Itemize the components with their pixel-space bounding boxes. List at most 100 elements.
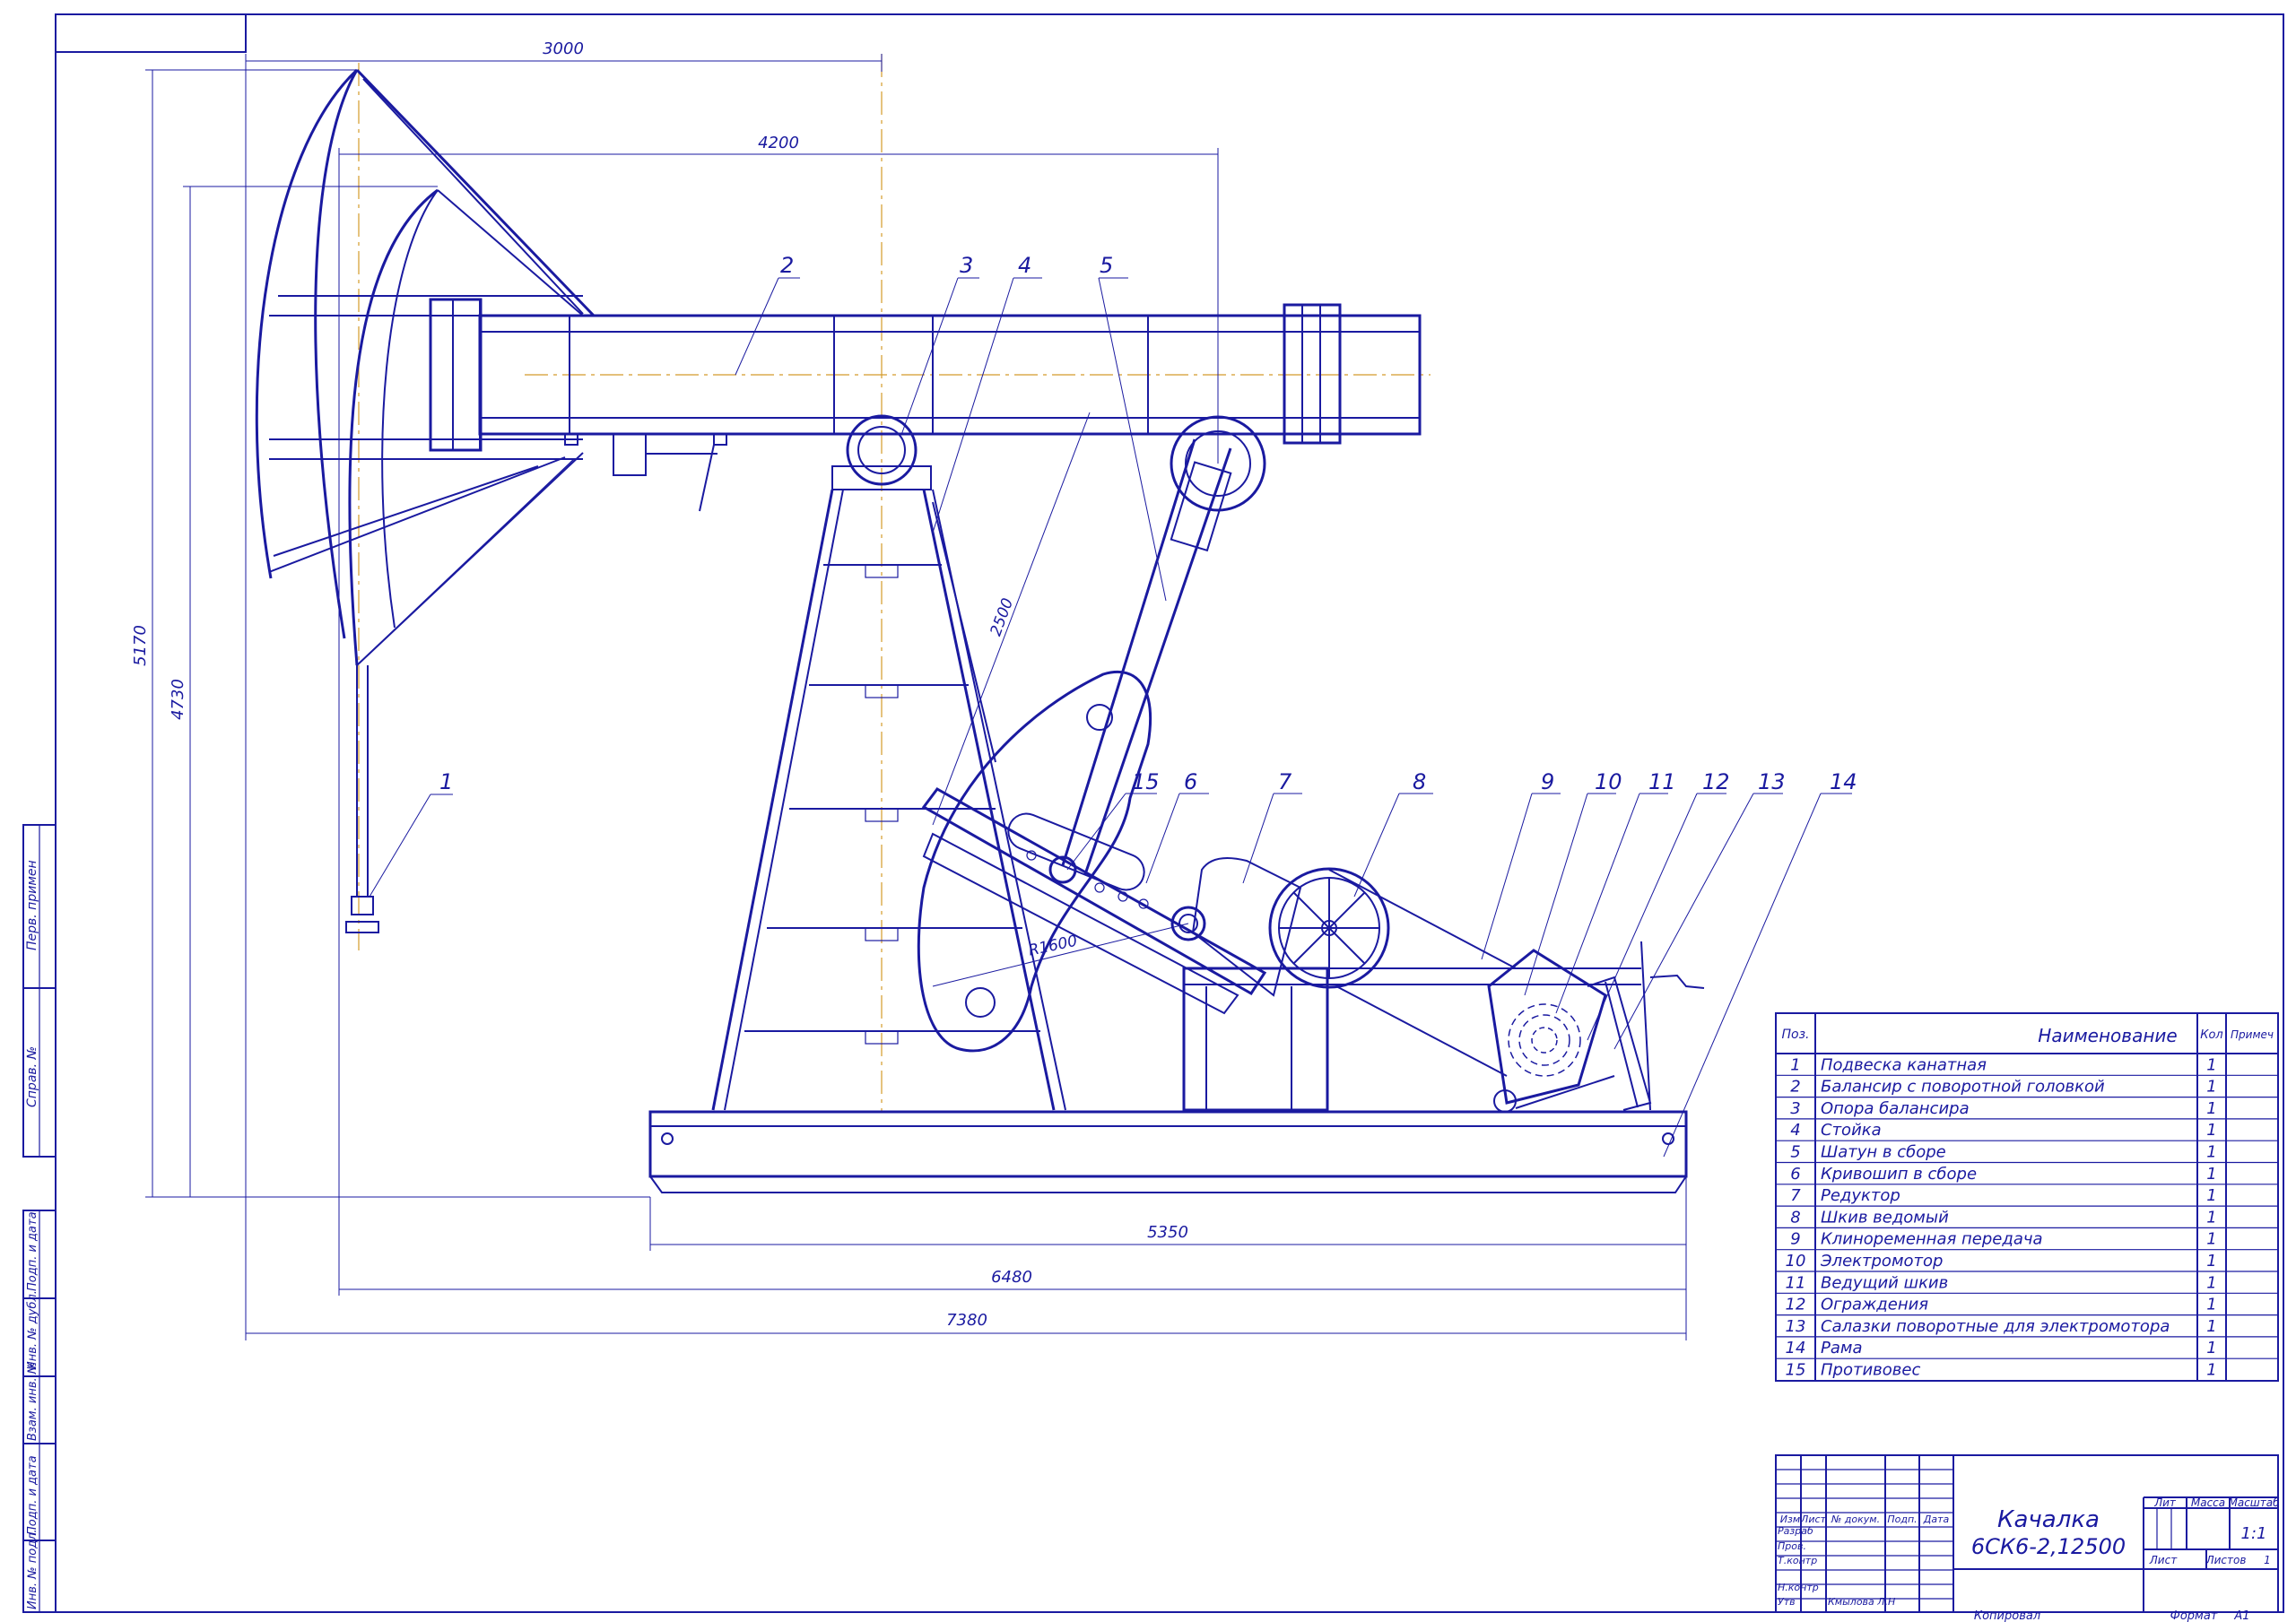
- tb-role-razrab: Разраб: [1778, 1525, 1813, 1537]
- tb-mass: Масса: [2191, 1496, 2225, 1509]
- spec-header-pos: Поз.: [1782, 1028, 1810, 1042]
- driven-sheave: [1268, 867, 1390, 989]
- tb-sheets-value: 1: [2264, 1554, 2271, 1566]
- spec-row-name: Балансир с поворотной головкой: [1821, 1078, 2105, 1097]
- spec-row-qty: 1: [2206, 1208, 2216, 1227]
- dim-5170: 5170: [131, 625, 150, 666]
- spec-row-name: Ограждения: [1821, 1296, 1928, 1314]
- callout-leaders: [369, 277, 1852, 1158]
- spec-row: 4 Стойка 1: [1790, 1121, 2216, 1140]
- callout-11: 11: [1648, 769, 1676, 794]
- dim-4730: 4730: [169, 679, 187, 720]
- spec-row-qty: 1: [2206, 1121, 2216, 1140]
- tb-title-line2: 6СК6-2,12500: [1971, 1534, 2126, 1559]
- spec-row-qty: 1: [2206, 1078, 2216, 1097]
- walking-beam: [429, 298, 1422, 512]
- pumpjack-drawing: [255, 54, 1705, 1193]
- sheet-frame: [55, 13, 2284, 1613]
- spec-row-qty: 1: [2206, 1317, 2216, 1336]
- spec-row-qty: 1: [2206, 1143, 2216, 1162]
- spec-row-pos: 13: [1786, 1317, 1806, 1336]
- tb-col-date: Дата: [1923, 1514, 1950, 1525]
- pitman-rod: [1061, 415, 1266, 875]
- callout-5: 5: [1100, 253, 1113, 278]
- spec-row: 3 Опора балансира 1: [1790, 1099, 2216, 1118]
- spec-row-qty: 1: [2206, 1273, 2216, 1292]
- callout-6: 6: [1184, 769, 1197, 794]
- spec-row-name: Редуктор: [1821, 1186, 1900, 1205]
- electric-motor: [1487, 941, 1705, 1113]
- stamp-inv-podl: Инв. № подл.: [26, 1529, 39, 1609]
- spec-row-name: Рама: [1821, 1339, 1863, 1357]
- tb-col-sign: Подп.: [1887, 1514, 1917, 1525]
- spec-row-name: Противовес: [1821, 1361, 1920, 1380]
- spec-row-name: Электромотор: [1820, 1252, 1943, 1271]
- spec-row-pos: 1: [1790, 1055, 1800, 1074]
- spec-row: 15 Противовес 1: [1786, 1361, 2217, 1380]
- callout-13: 13: [1758, 769, 1786, 794]
- spec-row: 13 Салазки поворотные для электромотора 1: [1786, 1317, 2217, 1336]
- spec-row: 1 Подвеска канатная 1: [1790, 1055, 2216, 1074]
- tb-format-value: А1: [2233, 1609, 2249, 1622]
- spec-row-pos: 9: [1790, 1230, 1800, 1249]
- spec-row: 9 Клиноременная передача 1: [1790, 1230, 2216, 1249]
- tb-utv-name: Кмылова Л.Н: [1828, 1596, 1895, 1608]
- stamp-podp-data-2: Подп. и дата: [26, 1455, 39, 1535]
- spec-row-name: Кривошип в сборе: [1821, 1165, 1977, 1184]
- tb-col-izm: Изм: [1780, 1514, 1800, 1525]
- spec-row-name: Клиноременная передача: [1821, 1230, 2043, 1249]
- specification-table: Поз. Наименование Кол Примеч 1 Подвеска к…: [1775, 1012, 2279, 1382]
- title-block: Изм Лист № докум. Подп. Дата Разраб Пров…: [1775, 1454, 2280, 1613]
- spec-row-name: Опора балансира: [1821, 1099, 1970, 1118]
- spec-row: 2 Балансир с поворотной головкой 1: [1790, 1078, 2216, 1097]
- samson-post: [711, 489, 1066, 1111]
- spec-row-qty: 1: [2206, 1361, 2216, 1380]
- spec-row-name: Шатун в сборе: [1821, 1143, 1946, 1162]
- spec-row-name: Салазки поворотные для электромотора: [1821, 1317, 2170, 1336]
- spec-row-qty: 1: [2206, 1165, 2216, 1184]
- spec-row-pos: 10: [1786, 1252, 1806, 1271]
- dimension-lines: 3000 4200 5170 4730 2500 R1600 5350 6480…: [131, 39, 1687, 1340]
- stamp-perv-primen: Перв. примен: [25, 860, 39, 950]
- callout-8: 8: [1413, 769, 1426, 794]
- spec-row-pos: 5: [1790, 1143, 1800, 1162]
- spec-row-qty: 1: [2206, 1099, 2216, 1118]
- spec-row: 7 Редуктор 1: [1790, 1186, 2216, 1205]
- drawing-sheet: Перв. примен Справ. № Подп. и дата Инв. …: [22, 13, 2284, 1622]
- dim-r1600: R1600: [1027, 932, 1079, 960]
- side-stamp: Перв. примен Справ. № Подп. и дата Инв. …: [22, 824, 57, 1613]
- tb-scale: Масштаб: [2228, 1496, 2280, 1509]
- tb-role-nkontr: Н.контр: [1778, 1582, 1819, 1593]
- gearbox: [1182, 857, 1641, 1112]
- tb-sheets: Листов: [2205, 1554, 2247, 1566]
- spec-row-pos: 11: [1786, 1273, 1806, 1292]
- spec-row-qty: 1: [2206, 1230, 2216, 1249]
- spec-row: 11 Ведущий шкив 1: [1786, 1273, 2217, 1292]
- spec-row-qty: 1: [2206, 1055, 2216, 1074]
- spec-row-pos: 2: [1790, 1078, 1800, 1097]
- tb-lit: Лит: [2153, 1496, 2177, 1509]
- spec-row: 8 Шкив ведомый 1: [1790, 1208, 2216, 1227]
- callout-9: 9: [1541, 769, 1554, 794]
- bridle-hanger: [345, 665, 379, 933]
- spec-row: 12 Ограждения 1: [1786, 1296, 2217, 1314]
- dim-2500: 2500: [987, 596, 1018, 638]
- horsehead: [255, 68, 596, 666]
- spec-row-pos: 4: [1790, 1121, 1800, 1140]
- spec-row-pos: 15: [1786, 1361, 1806, 1380]
- dim-3000: 3000: [543, 39, 584, 58]
- tb-sheet: Лист: [2149, 1554, 2178, 1566]
- dim-7380: 7380: [946, 1311, 987, 1330]
- tb-copied: Копировал: [1974, 1609, 2040, 1622]
- dim-5350: 5350: [1147, 1223, 1188, 1242]
- spec-row-pos: 3: [1790, 1099, 1800, 1118]
- tb-format: Формат: [2170, 1609, 2218, 1622]
- spec-row-qty: 1: [2206, 1339, 2216, 1357]
- spec-row-qty: 1: [2206, 1296, 2216, 1314]
- spec-row-pos: 6: [1790, 1165, 1800, 1184]
- spec-row-pos: 14: [1786, 1339, 1806, 1357]
- spec-row-qty: 1: [2206, 1252, 2216, 1271]
- spec-row-name: Стойка: [1821, 1121, 1882, 1140]
- spec-row: 6 Кривошип в сборе 1: [1790, 1165, 2216, 1184]
- spec-header-name: Наименование: [2038, 1025, 2177, 1046]
